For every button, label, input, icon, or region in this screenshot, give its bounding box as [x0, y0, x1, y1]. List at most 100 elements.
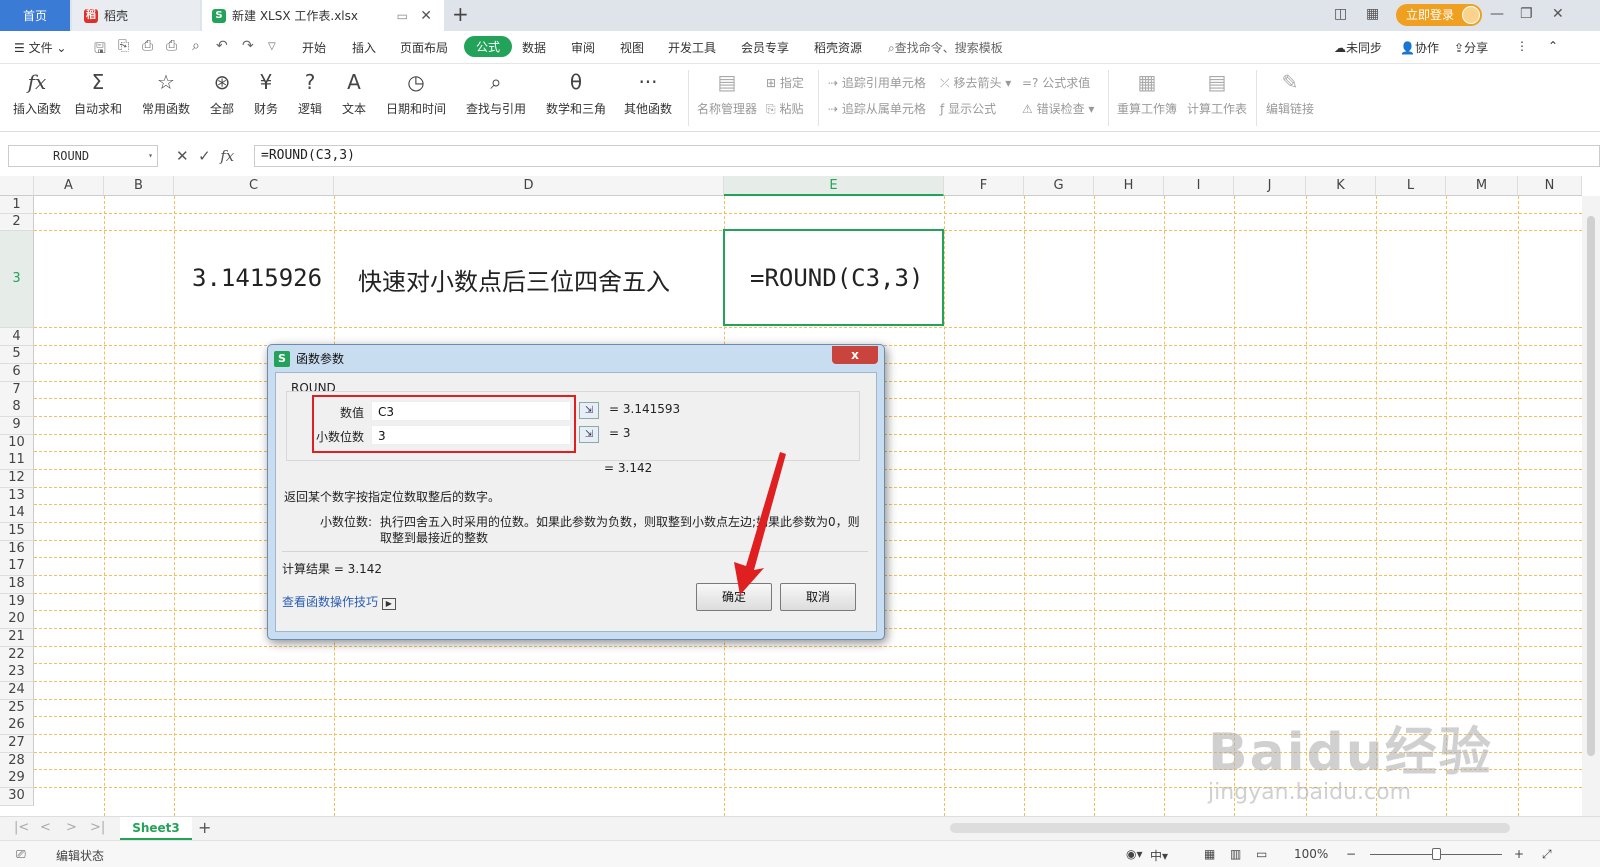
preview-icon[interactable]: ⌕: [192, 38, 200, 54]
next-sheet-icon[interactable]: >: [66, 820, 77, 835]
name-box[interactable]: ROUND ▾: [8, 145, 158, 167]
share-button[interactable]: ⇪分享: [1454, 39, 1488, 56]
recalc-workbook-button[interactable]: ▦ 重算工作簿: [1116, 68, 1178, 117]
column-header[interactable]: M: [1446, 176, 1518, 196]
print-preview-icon[interactable]: ⎙: [166, 38, 177, 54]
row-header[interactable]: 14: [0, 505, 34, 523]
column-header[interactable]: J: [1234, 176, 1306, 196]
eye-icon[interactable]: ◉▾: [1126, 847, 1143, 861]
text-button[interactable]: A 文本: [338, 68, 370, 117]
lookup-button[interactable]: ⌕ 查找与引用: [462, 68, 530, 117]
vertical-scrollbar[interactable]: [1582, 196, 1600, 816]
remove-arrows-button[interactable]: ⤫ 移去箭头 ▾: [940, 74, 1011, 91]
login-button[interactable]: 立即登录: [1396, 4, 1483, 26]
more-icon[interactable]: ⋮: [1516, 39, 1528, 53]
sheet-tab-sheet3[interactable]: Sheet3: [120, 817, 192, 840]
row-header[interactable]: 29: [0, 770, 34, 788]
normal-view-icon[interactable]: ▦: [1204, 847, 1215, 861]
tab-daoke[interactable]: 稻 稻壳: [72, 0, 200, 31]
zoom-slider-handle[interactable]: [1432, 848, 1441, 860]
menu-formula[interactable]: 公式: [464, 36, 513, 57]
row-header[interactable]: 8: [0, 399, 34, 417]
other-functions-button[interactable]: ··· 其他函数: [620, 68, 676, 117]
menu-file[interactable]: ☰ 文件 ⌄: [14, 39, 66, 56]
calc-sheet-button[interactable]: ▤ 计算工作表: [1186, 68, 1248, 117]
column-header[interactable]: D: [334, 176, 724, 196]
row-header[interactable]: 9: [0, 417, 34, 435]
zoom-out-icon[interactable]: −: [1346, 847, 1356, 861]
menu-data[interactable]: 数据: [522, 39, 546, 56]
all-functions-button[interactable]: ⊛ 全部: [206, 68, 238, 117]
help-link[interactable]: 查看函数操作技巧 ▶: [282, 593, 396, 610]
minimize-icon[interactable]: —: [1490, 6, 1504, 22]
cancel-icon[interactable]: ✕: [176, 147, 189, 165]
column-header[interactable]: H: [1094, 176, 1164, 196]
menu-daoke-resources[interactable]: 稻壳资源: [814, 39, 862, 56]
redo-icon[interactable]: ↷: [242, 38, 254, 54]
new-tab-icon[interactable]: +: [452, 2, 469, 26]
zoom-level[interactable]: 100%: [1294, 847, 1328, 861]
fullscreen-icon[interactable]: ⤢: [1542, 847, 1552, 862]
row-header[interactable]: 28: [0, 753, 34, 771]
pin-icon[interactable]: ▭: [397, 9, 408, 23]
print-icon[interactable]: ⎙: [142, 38, 153, 54]
undo-icon[interactable]: ↶: [216, 38, 228, 54]
dialog-close-button[interactable]: x: [832, 346, 878, 364]
row-header[interactable]: 7: [0, 382, 34, 400]
layout-icon[interactable]: ◫: [1334, 6, 1347, 22]
customize-icon[interactable]: ▽: [268, 41, 276, 52]
column-header[interactable]: A: [34, 176, 104, 196]
autosum-button[interactable]: Σ 自动求和: [70, 68, 126, 117]
row-header[interactable]: 17: [0, 558, 34, 576]
common-functions-button[interactable]: ☆ 常用函数: [138, 68, 194, 117]
row-header[interactable]: 25: [0, 700, 34, 718]
language-icon[interactable]: 中▾: [1150, 847, 1168, 864]
collapse-ref-icon[interactable]: ⇲: [579, 402, 599, 419]
row-header[interactable]: 4: [0, 328, 34, 346]
menu-insert[interactable]: 插入: [352, 39, 376, 56]
collapse-ref-icon[interactable]: ⇲: [579, 426, 599, 443]
trace-dependents-button[interactable]: ⇢ 追踪从属单元格: [828, 100, 926, 117]
trace-precedents-button[interactable]: ⇢ 追踪引用单元格: [828, 74, 926, 91]
row-header[interactable]: 18: [0, 576, 34, 594]
math-button[interactable]: θ 数学和三角: [542, 68, 610, 117]
prev-sheet-icon[interactable]: <: [40, 820, 51, 835]
menu-page-layout[interactable]: 页面布局: [400, 39, 448, 56]
paste-button[interactable]: ⎘ 粘贴: [766, 100, 803, 117]
cell-c3[interactable]: 3.1415926: [192, 264, 322, 292]
zoom-in-icon[interactable]: +: [1514, 847, 1524, 861]
row-header[interactable]: 12: [0, 470, 34, 488]
define-button[interactable]: ⊞ 指定: [766, 74, 804, 91]
row-header[interactable]: 19: [0, 594, 34, 612]
row-header[interactable]: 5: [0, 346, 34, 364]
insert-function-button[interactable]: fx 插入函数: [10, 68, 64, 117]
row-header[interactable]: 16: [0, 541, 34, 559]
dropdown-icon[interactable]: ▾: [148, 146, 153, 166]
tab-file[interactable]: S 新建 XLSX 工作表.xlsx ▭ ✕: [202, 0, 444, 31]
horizontal-scrollbar[interactable]: [950, 823, 1510, 833]
column-header[interactable]: L: [1376, 176, 1446, 196]
show-formulas-button[interactable]: ƒ 显示公式: [940, 100, 996, 117]
apps-grid-icon[interactable]: ▦: [1366, 6, 1379, 22]
logic-button[interactable]: ? 逻辑: [294, 68, 326, 117]
restore-icon[interactable]: ❐: [1520, 6, 1533, 22]
column-header[interactable]: K: [1306, 176, 1376, 196]
cell-e3[interactable]: =ROUND(C3,3): [750, 264, 923, 292]
tab-home[interactable]: 首页: [0, 0, 70, 31]
first-sheet-icon[interactable]: |<: [14, 820, 29, 835]
formula-input[interactable]: =ROUND(C3,3): [254, 145, 1600, 167]
column-header-selected[interactable]: E: [724, 176, 944, 196]
name-manager-button[interactable]: ▤ 名称管理器: [696, 68, 758, 117]
menu-view[interactable]: 视图: [620, 39, 644, 56]
cancel-button[interactable]: 取消: [780, 583, 856, 611]
last-sheet-icon[interactable]: >|: [90, 820, 105, 835]
row-header[interactable]: 6: [0, 364, 34, 382]
export-icon[interactable]: ⎘: [118, 38, 129, 54]
save-icon[interactable]: 🖫: [94, 38, 106, 62]
row-header[interactable]: 1: [0, 196, 34, 214]
row-header[interactable]: 26: [0, 717, 34, 735]
column-header[interactable]: F: [944, 176, 1024, 196]
column-header[interactable]: I: [1164, 176, 1234, 196]
column-header[interactable]: G: [1024, 176, 1094, 196]
close-window-icon[interactable]: ✕: [1552, 6, 1564, 22]
